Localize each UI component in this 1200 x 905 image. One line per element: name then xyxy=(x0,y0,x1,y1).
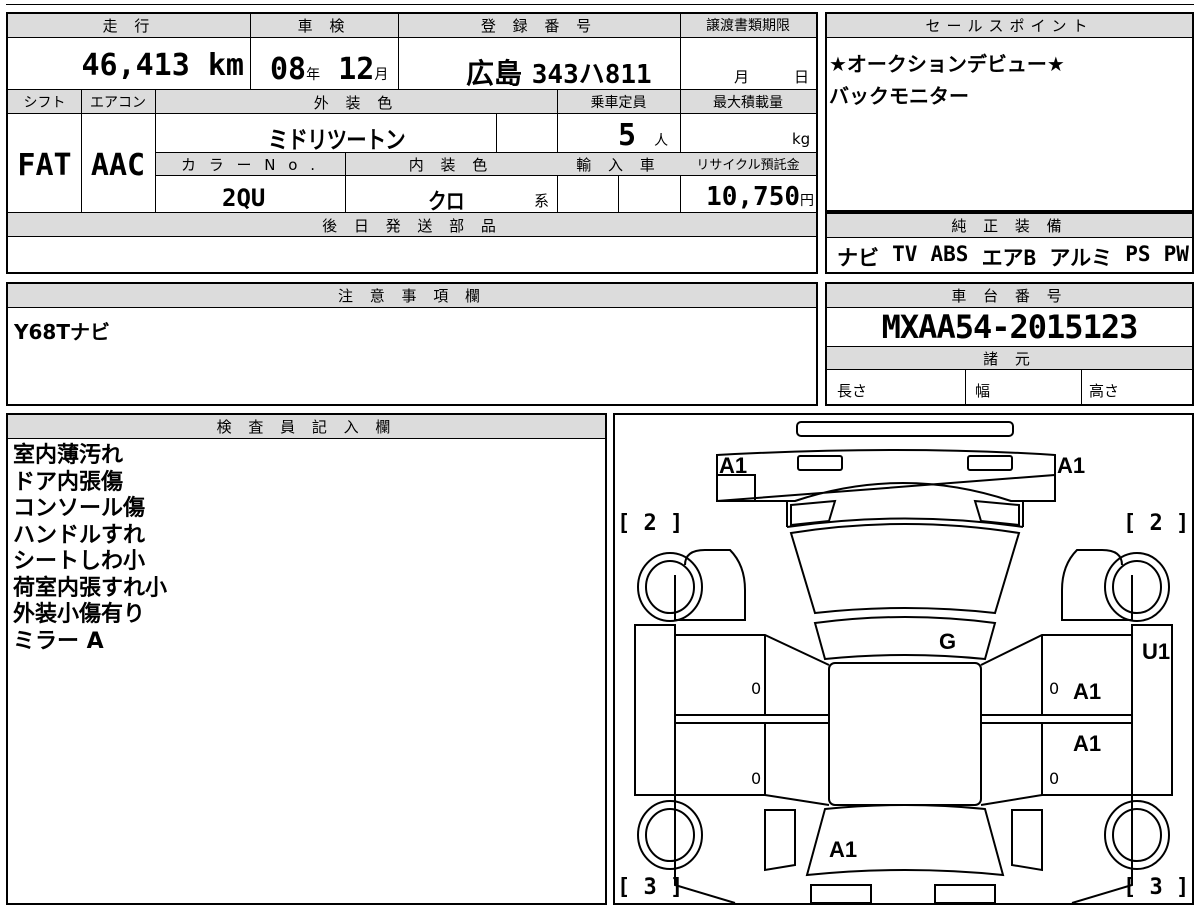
inspector-notes: 室内薄汚れ ドア内張傷 コンソール傷 ハンドルすれ シートしわ小 荷室内張すれ小… xyxy=(13,443,167,655)
deadline-month-unit: 月 xyxy=(734,68,750,86)
recycle-fee-header: リサイクル預託金 xyxy=(696,158,800,173)
inspector-note: 外装小傷有り xyxy=(13,602,146,627)
exterior-color-header: 外 装 色 xyxy=(313,94,399,112)
equipment-item: PW xyxy=(1163,242,1189,266)
mileage-header: 走 行 xyxy=(102,17,156,35)
inspector-note: シートしわ小 xyxy=(13,549,146,574)
interior-color-unit: 系 xyxy=(534,192,550,210)
imported-header: 輸 入 車 xyxy=(576,156,661,174)
tire-bracket-front-left: [ 2 ] xyxy=(617,511,684,536)
damage-mark-front-left: A1 xyxy=(719,453,748,478)
height-label: 高さ xyxy=(1089,382,1120,400)
aircon-header: エアコン xyxy=(90,95,146,111)
damage-mark-right-rear-door: A1 xyxy=(1073,731,1102,756)
equipment-item: PS xyxy=(1125,242,1151,266)
car-outline xyxy=(634,421,1173,903)
damage-mark-roof: G xyxy=(939,629,957,654)
sales-points-box: セールスポイント ★オークションデビュー★ バックモニター xyxy=(825,12,1194,212)
equipment-item: ナビ xyxy=(837,246,879,270)
equipment-header: 純 正 装 備 xyxy=(951,217,1068,235)
damage-mark-right-front-door: A1 xyxy=(1073,679,1102,704)
inspector-note: ハンドルすれ xyxy=(13,522,146,548)
inspector-note: ミラー A xyxy=(13,628,104,654)
capacity-unit: 人 xyxy=(654,133,669,149)
sales-point-line: バックモニター xyxy=(829,84,969,108)
sales-points-header: セールスポイント xyxy=(925,17,1094,35)
inspection-month-unit: 月 xyxy=(374,67,389,83)
inspection-year-unit: 年 xyxy=(306,67,321,83)
registration-region: 広島 xyxy=(466,57,523,90)
damage-mark-rear: A1 xyxy=(829,837,858,862)
later-parts-header: 後 日 発 送 部 品 xyxy=(322,217,502,235)
door-zero-mark: 0 xyxy=(751,679,762,698)
chassis-box: 車 台 番 号 MXAA54-2015123 諸 元 長さ 幅 高さ xyxy=(825,282,1194,406)
door-zero-mark: 0 xyxy=(1049,769,1060,788)
aircon-value: AAC xyxy=(90,148,146,183)
top-strip xyxy=(0,0,1200,6)
notes-text: Y68Tナビ xyxy=(14,320,110,344)
sales-point-line: ★オークションデビュー★ xyxy=(829,52,1065,76)
spec-header: 諸 元 xyxy=(983,350,1036,368)
deadline-day-unit: 日 xyxy=(794,68,810,86)
vehicle-info-box: 走 行 車 検 登 録 番 号 譲渡書類期限 46,413 km 08年 12月… xyxy=(6,12,818,274)
exterior-color-value: ミドリツートン xyxy=(268,126,406,154)
capacity-header: 乗車定員 xyxy=(590,95,647,111)
length-label: 長さ xyxy=(837,382,868,400)
registration-header: 登 録 番 号 xyxy=(480,17,598,35)
car-diagram-box: A1 A1 G U1 A1 A1 A1 0 0 0 0 [ 2 ] [ 2 ] … xyxy=(613,413,1194,905)
inspection-header: 車 検 xyxy=(297,17,351,35)
inspector-note: コンソール傷 xyxy=(13,496,146,521)
inspector-note: 荷室内張すれ小 xyxy=(13,575,168,601)
damage-mark-front-right: A1 xyxy=(1057,453,1086,478)
equipment-box: 純 正 装 備 ナビ TV ABS エアB アルミ PS PW xyxy=(825,212,1194,274)
inspector-box: 検 査 員 記 入 欄 室内薄汚れ ドア内張傷 コンソール傷 ハンドルすれ シー… xyxy=(6,413,607,905)
mileage-unit: km xyxy=(207,48,244,83)
equipment-item: エアB xyxy=(981,246,1037,270)
max-load-header: 最大積載量 xyxy=(713,95,783,111)
equipment-item: アルミ xyxy=(1049,246,1113,270)
equipment-list: ナビ TV ABS エアB アルミ PS PW xyxy=(837,242,1189,272)
max-load-unit: kg xyxy=(792,130,811,148)
transfer-deadline-header: 譲渡書類期限 xyxy=(706,18,790,34)
registration-number: 343ハ811 xyxy=(531,60,652,90)
inspector-note: 室内薄汚れ xyxy=(13,443,124,468)
inspector-note: ドア内張傷 xyxy=(13,469,124,495)
damage-mark-right-side: U1 xyxy=(1142,639,1171,664)
tire-bracket-front-right: [ 2 ] xyxy=(1123,511,1190,536)
recycle-fee-unit: 円 xyxy=(800,193,814,209)
inspector-header: 検 査 員 記 入 欄 xyxy=(216,418,397,436)
shift-header: シフト xyxy=(23,95,66,111)
chassis-number: MXAA54-2015123 xyxy=(881,308,1139,346)
interior-color-header: 内 装 色 xyxy=(408,156,494,174)
notes-box: 注 意 事 項 欄 Y68Tナビ xyxy=(6,282,818,406)
width-label: 幅 xyxy=(975,382,991,400)
equipment-item: TV xyxy=(892,242,918,266)
equipment-item: ABS xyxy=(930,242,969,266)
tire-bracket-rear-left: [ 3 ] xyxy=(617,875,684,900)
recycle-fee-value: 10,750 xyxy=(706,182,800,212)
inspection-year: 08 xyxy=(270,52,307,87)
door-zero-mark: 0 xyxy=(1049,679,1060,698)
tire-bracket-rear-right: [ 3 ] xyxy=(1123,875,1190,900)
chassis-header: 車 台 番 号 xyxy=(951,287,1068,305)
mileage-value: 46,413 xyxy=(81,48,190,83)
color-no-header: カ ラ ー N o . xyxy=(180,156,319,174)
notes-header: 注 意 事 項 欄 xyxy=(337,287,487,305)
capacity-value: 5 xyxy=(618,118,637,153)
shift-value: FAT xyxy=(17,148,72,183)
inspection-month: 12 xyxy=(338,52,375,87)
color-no-value: 2QU xyxy=(222,184,266,212)
door-zero-mark: 0 xyxy=(751,769,762,788)
